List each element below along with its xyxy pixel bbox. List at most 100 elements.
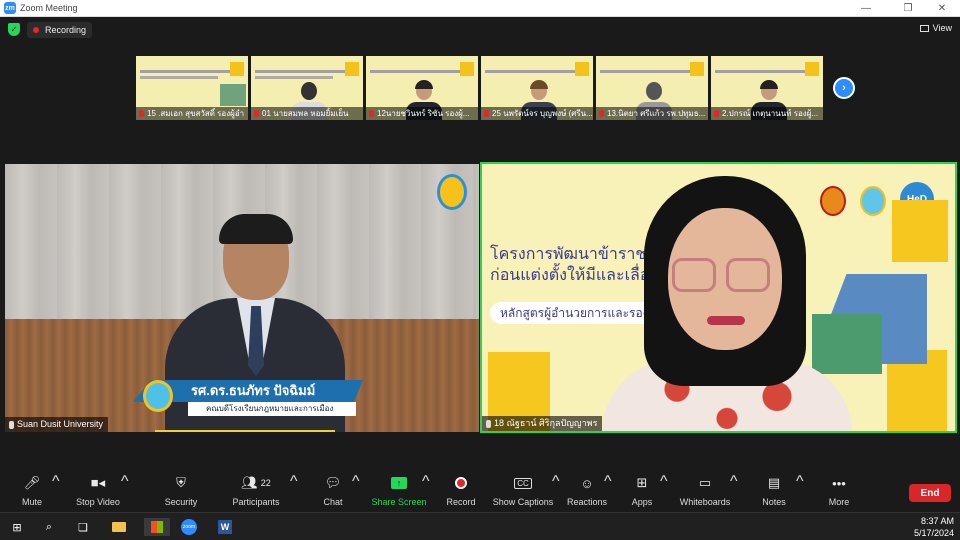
- participant-thumbnail[interactable]: 01 นายสมพล หอมยิ้มเย็น: [251, 56, 363, 120]
- participant-name-text: Suan Dusit University: [17, 419, 104, 429]
- record-icon: [455, 473, 467, 493]
- view-label: View: [932, 23, 952, 33]
- zoom-logo-icon: zm: [4, 2, 16, 14]
- notes-button[interactable]: ▤ Notes: [760, 473, 788, 512]
- slide-text-line: [600, 70, 690, 73]
- app-grid-icon[interactable]: [144, 518, 170, 536]
- whiteboards-button[interactable]: ▭ Whiteboards: [678, 473, 732, 512]
- apps-label: Apps: [631, 497, 653, 507]
- stop-video-label: Stop Video: [76, 497, 120, 507]
- word-taskbar-icon[interactable]: W: [216, 518, 234, 536]
- clock-date: 5/17/2024: [913, 528, 954, 538]
- share-options-chevron-icon[interactable]: ^: [422, 473, 430, 512]
- apps-button[interactable]: ⊞ Apps: [628, 473, 656, 512]
- slide-text-line: [715, 70, 805, 73]
- system-clock[interactable]: 8:37 AM 5/17/2024: [914, 515, 954, 539]
- search-icon[interactable]: ⌕: [40, 518, 58, 536]
- muted-mic-icon: [599, 110, 604, 118]
- captions-icon: CC: [514, 473, 532, 493]
- lower-third-banner: รศ.ดร.ธนภัทร ปัจฉิมม์ คณบดีโรงเรียนกฎหมา…: [133, 380, 363, 418]
- participant-thumbnail[interactable]: 15 .สมเอก สุขสวัสดิ์ รองผู้อำ: [136, 56, 248, 120]
- muted-mic-icon: [254, 110, 259, 118]
- slide-cube-graphic: [460, 62, 474, 76]
- chat-icon: 💬︎: [324, 475, 342, 490]
- mute-options-chevron-icon[interactable]: ^: [52, 473, 60, 512]
- muted-mic-icon: [369, 110, 374, 118]
- end-meeting-button[interactable]: End: [909, 484, 951, 502]
- whiteboards-label: Whiteboards: [679, 497, 731, 507]
- task-view-icon[interactable]: ❏: [74, 518, 92, 536]
- reactions-button[interactable]: ☺ Reactions: [566, 473, 608, 512]
- meeting-toolbar: 🎤︎ Mute ^ ■◂ Stop Video ^ ⛨ Security 👥︎ 2…: [0, 473, 960, 512]
- thumbnail-name: 25 นพรัตน์จร บุญพงษ์ (ศรีน...: [481, 107, 593, 120]
- chat-button[interactable]: 💬︎ Chat: [318, 473, 348, 512]
- thumbnail-name-text: 2.ปกรณ์ เกตุนานนท์ รองผู้...: [722, 109, 819, 118]
- stop-video-button[interactable]: ■◂ Stop Video: [72, 473, 124, 512]
- minimize-icon[interactable]: —: [852, 0, 880, 17]
- participant-thumbnail[interactable]: 2.ปกรณ์ เกตุนานนท์ รองผู้...: [711, 56, 823, 120]
- slide-cube-graphic: [575, 62, 589, 76]
- apps-options-chevron-icon[interactable]: ^: [660, 473, 668, 512]
- participant-name-tag: 18 ณัฐธาน์ ศิริกุลปัญญาพร: [482, 416, 603, 431]
- windows-start-icon[interactable]: ⊞: [8, 518, 26, 536]
- encryption-shield-icon[interactable]: ✓: [8, 23, 20, 36]
- slide-text-line: [255, 76, 333, 79]
- participants-count: 22: [260, 478, 271, 488]
- security-button[interactable]: ⛨ Security: [162, 473, 200, 512]
- participant-thumbnail[interactable]: 25 นพรัตน์จร บุญพงษ์ (ศรีน...: [481, 56, 593, 120]
- slide-cube-graphic: [690, 62, 704, 76]
- meeting-topbar: ✓ Recording View: [0, 17, 960, 43]
- participant-thumbnail-strip: 15 .สมเอก สุขสวัสดิ์ รองผู้อำ 01 นายสมพล…: [136, 56, 823, 120]
- participants-button[interactable]: 👥︎ 22 Participants: [228, 473, 284, 512]
- video-tile-left[interactable]: รศ.ดร.ธนภัทร ปัจฉิมม์ คณบดีโรงเรียนกฎหมา…: [5, 164, 479, 432]
- zoom-taskbar-icon[interactable]: zoom: [180, 518, 198, 536]
- mic-icon: [9, 420, 14, 429]
- whiteboards-options-chevron-icon[interactable]: ^: [730, 473, 738, 512]
- reactions-options-chevron-icon[interactable]: ^: [604, 473, 612, 512]
- muted-mic-icon: [714, 110, 719, 118]
- video-options-chevron-icon[interactable]: ^: [121, 473, 129, 512]
- shield-icon: ⛨: [176, 475, 186, 490]
- show-captions-label: Show Captions: [492, 497, 554, 507]
- thumbnail-name-text: 12นายชวินทร์ ริซัน รองผู้...: [377, 109, 470, 118]
- record-label: Record: [446, 497, 476, 507]
- mute-button[interactable]: 🎤︎ Mute: [14, 473, 50, 512]
- video-camera-icon: ■◂: [90, 475, 106, 490]
- chat-options-chevron-icon[interactable]: ^: [352, 473, 360, 512]
- more-button[interactable]: ••• More: [824, 473, 854, 512]
- muted-mic-icon: [484, 110, 489, 118]
- thumbnail-name: 15 .สมเอก สุขสวัสดิ์ รองผู้อำ: [136, 107, 248, 120]
- participant-thumbnail[interactable]: 13.นิตยา ศรีแก้ว รพ.ปทุมธ...: [596, 56, 708, 120]
- view-button[interactable]: View: [919, 23, 952, 33]
- windows-taskbar: ⊞ ⌕ ❏ zoom W 8:37 AM 5/17/2024: [0, 512, 960, 540]
- restore-icon[interactable]: ❐: [894, 0, 922, 17]
- participants-options-chevron-icon[interactable]: ^: [290, 473, 298, 512]
- window-title: Zoom Meeting: [20, 3, 78, 13]
- captions-options-chevron-icon[interactable]: ^: [552, 473, 560, 512]
- participant-thumbnail[interactable]: 12นายชวินทร์ ริซัน รองผู้...: [366, 56, 478, 120]
- record-button[interactable]: Record: [444, 473, 478, 512]
- muted-mic-icon: [139, 110, 144, 118]
- participants-icon: 👥︎ 22: [241, 475, 271, 490]
- participant-name-text: 18 ณัฐธาน์ ศิริกุลปัญญาพร: [494, 418, 598, 428]
- next-page-chevron-icon[interactable]: ›: [833, 77, 855, 99]
- slide-text-line: [370, 70, 460, 73]
- close-icon[interactable]: ✕: [928, 0, 956, 17]
- recording-indicator[interactable]: Recording: [27, 22, 93, 38]
- thumbnail-name: 2.ปกรณ์ เกตุนานนท์ รองผู้...: [711, 107, 823, 120]
- slide-text-line: [255, 70, 345, 73]
- share-screen-button[interactable]: ↑ Share Screen: [370, 473, 428, 512]
- mute-label: Mute: [21, 497, 42, 507]
- video-tile-active-speaker[interactable]: HeD โครงการพัฒนาข้าราชการ ารศึกษา ก่อนแต…: [480, 162, 957, 433]
- participants-label: Participants: [232, 497, 280, 507]
- notes-options-chevron-icon[interactable]: ^: [796, 473, 804, 512]
- thumbnail-name: 13.นิตยา ศรีแก้ว รพ.ปทุมธ...: [596, 107, 708, 120]
- thumbnail-name-text: 01 นายสมพล หอมยิ้มเย็น: [262, 109, 349, 118]
- show-captions-button[interactable]: CC Show Captions: [492, 473, 554, 512]
- slide-cube-graphic: [805, 62, 819, 76]
- notes-label: Notes: [762, 497, 786, 507]
- file-explorer-icon[interactable]: [110, 518, 128, 536]
- seal-emblem-icon: [860, 186, 886, 216]
- share-screen-label: Share Screen: [371, 497, 427, 507]
- participant-name-tag: Suan Dusit University: [5, 417, 109, 432]
